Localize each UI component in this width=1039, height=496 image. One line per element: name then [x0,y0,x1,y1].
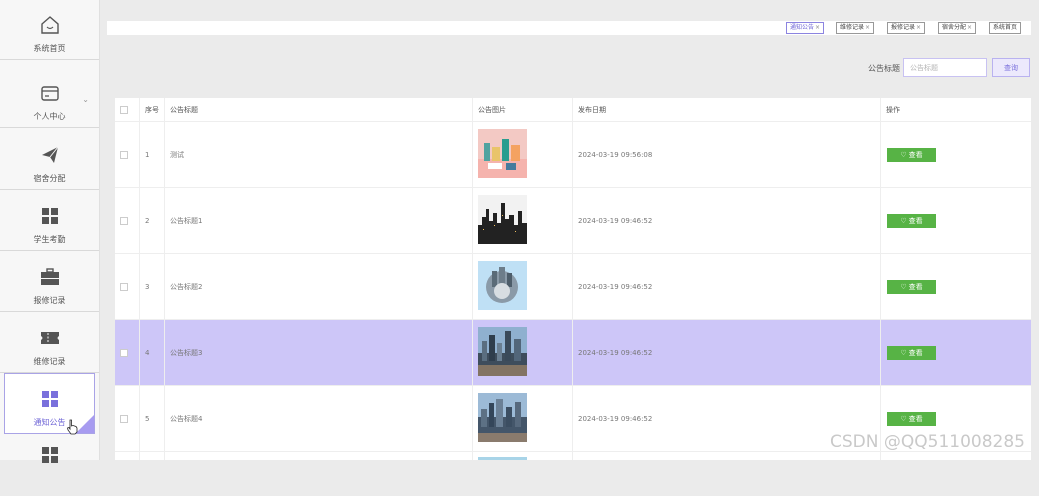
table-row-selected[interactable]: 4 公告标题3 2024-03-19 09:46:52 ♡ 查看 [115,320,1031,386]
chevron-down-icon: ⌄ [82,95,89,104]
row-index: 4 [145,348,150,357]
sidebar-item-more[interactable] [0,436,99,496]
tab-home[interactable]: 系统首页 [989,22,1022,34]
tab-notice[interactable]: 通知公告× [786,22,825,34]
row-title: 公告标题3 [170,348,203,357]
tab-repair-record[interactable]: 维修记录× [836,22,875,34]
heart-icon: ♡ [900,282,907,291]
notice-thumbnail [478,261,527,310]
sidebar-item-notice[interactable]: 通知公告 [4,373,95,434]
select-all-checkbox[interactable] [120,105,128,114]
heart-icon: ♡ [900,348,907,357]
row-index: 1 [145,150,150,159]
id-card-icon [40,86,59,101]
notice-table: 序号 公告标题 公告图片 发布日期 操作 1 测试 2024-03-19 09:… [115,98,1031,460]
row-date: 2024-03-19 09:46:52 [578,216,653,225]
notice-thumbnail [478,195,527,244]
tab-dorm-assign[interactable]: 宿舍分配× [938,22,977,34]
hand-cursor-icon [67,419,78,435]
close-icon[interactable]: × [815,24,820,31]
tab-label: 报修记录 [891,24,916,31]
row-checkbox[interactable] [120,414,128,423]
row-checkbox[interactable] [120,348,128,357]
column-header-image: 公告图片 [478,105,506,114]
column-header-index: 序号 [145,105,159,114]
table-header: 序号 公告标题 公告图片 发布日期 操作 [115,98,1031,122]
close-icon[interactable]: × [916,24,921,31]
tabs-bar: 通知公告× 维修记录× 报修记录× 宿舍分配× 系统首页 [107,21,1031,35]
view-button[interactable]: ♡ 查看 [887,279,936,294]
heart-icon: ♡ [900,216,907,225]
notice-thumbnail [478,129,527,178]
view-button[interactable]: ♡ 查看 [887,213,936,228]
sidebar-item-home[interactable]: 系统首页 [0,0,99,60]
row-date: 2024-03-19 09:56:08 [578,150,653,159]
row-checkbox[interactable] [120,150,128,159]
row-index: 5 [145,414,150,423]
table-row[interactable]: 2 公告标题1 2024-03-19 09:46:52 ♡ 查看 [115,188,1031,254]
row-title: 测试 [170,150,184,159]
grid-icon [41,208,58,224]
row-title: 公告标题2 [170,282,203,291]
notice-thumbnail [478,327,527,376]
column-header-op: 操作 [886,105,900,114]
home-icon [40,16,59,34]
row-date: 2024-03-19 09:46:52 [578,348,653,357]
close-icon[interactable]: × [967,24,972,31]
sidebar-item-label: 系统首页 [33,44,66,53]
view-button[interactable]: ♡ 查看 [887,147,936,162]
sidebar-item-repair-record[interactable]: 维修记录 [0,313,99,373]
sidebar-item-label: 宿舍分配 [33,174,66,183]
notice-thumbnail [478,393,527,442]
view-button[interactable]: ♡ 查看 [887,411,936,426]
table-row[interactable]: 3 公告标题2 2024-03-19 09:46:52 ♡ 查看 [115,254,1031,320]
close-icon[interactable]: × [865,24,870,31]
sidebar-item-label: 维修记录 [33,357,66,366]
row-title: 公告标题4 [170,414,203,423]
sidebar-item-attendance[interactable]: 学生考勤 [0,191,99,251]
grid-icon [41,391,58,407]
row-date: 2024-03-19 09:46:52 [578,414,653,423]
sidebar-item-dorm-assign[interactable]: 宿舍分配 [0,130,99,190]
row-checkbox[interactable] [120,282,128,291]
search-input[interactable] [903,58,987,77]
column-header-date: 发布日期 [578,105,606,114]
tab-label: 维修记录 [840,24,865,31]
tab-label: 系统首页 [993,24,1018,31]
column-header-title: 公告标题 [170,105,198,114]
heart-icon: ♡ [900,414,907,423]
table-row[interactable] [115,452,1031,460]
view-button[interactable]: ♡ 查看 [887,345,936,360]
sidebar-item-label: 个人中心 [33,112,66,121]
tab-label: 通知公告 [790,24,815,31]
sidebar: 系统首页 个人中心 ⌄ 宿舍分配 学生考勤 报修记录 维修记录 通知公告 [0,0,100,463]
briefcase-icon [40,268,59,285]
paper-plane-icon [41,146,58,163]
tab-repair-request[interactable]: 报修记录× [887,22,926,34]
row-title: 公告标题1 [170,216,203,225]
search-button[interactable]: 查询 [992,58,1030,77]
sidebar-item-repair-request[interactable]: 报修记录 [0,252,99,312]
watermark: CSDN @QQ511008285 [830,432,1025,452]
sidebar-item-profile[interactable]: 个人中心 ⌄ [0,68,99,128]
row-checkbox[interactable] [120,216,128,225]
row-date: 2024-03-19 09:46:52 [578,282,653,291]
row-index: 2 [145,216,150,225]
sidebar-item-label: 报修记录 [33,296,66,305]
table-row[interactable]: 1 测试 2024-03-19 09:56:08 ♡ 查看 [115,122,1031,188]
grid-icon [41,447,58,463]
active-corner-marker [76,415,94,433]
sidebar-item-label: 学生考勤 [33,235,66,244]
tab-label: 宿舍分配 [942,24,967,31]
heart-icon: ♡ [900,150,907,159]
ticket-icon [40,332,59,344]
search-label: 公告标题 [868,64,900,73]
row-index: 3 [145,282,150,291]
